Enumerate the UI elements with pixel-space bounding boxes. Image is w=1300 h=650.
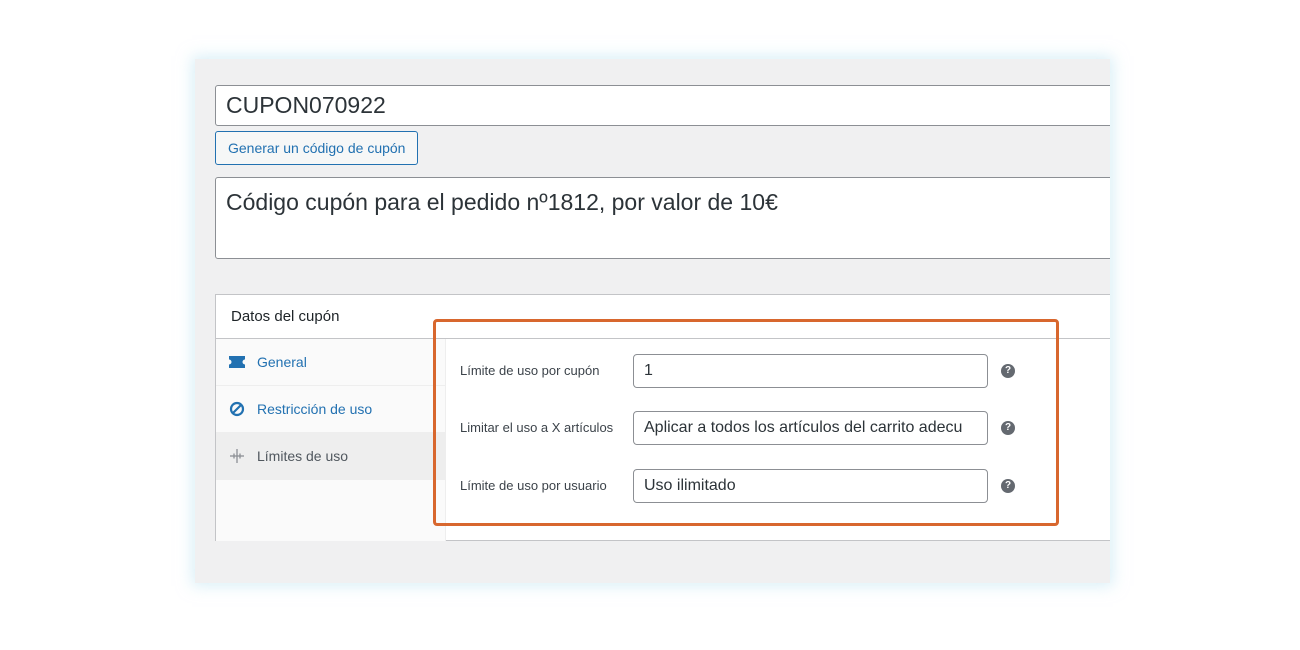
coupon-description-textarea[interactable]: Código cupón para el pedido nº1812, por … bbox=[215, 177, 1110, 259]
tab-general-label: General bbox=[257, 354, 307, 370]
tab-usage-limits[interactable]: Límites de uso bbox=[216, 433, 445, 480]
coupon-data-tabs: General Restricción de uso Límites de us… bbox=[216, 339, 446, 541]
coupon-code-input[interactable]: CUPON070922 bbox=[215, 85, 1110, 126]
generate-coupon-code-button[interactable]: Generar un código de cupón bbox=[215, 131, 419, 165]
ban-icon bbox=[228, 400, 246, 418]
tab-usage-restriction[interactable]: Restricción de uso bbox=[216, 386, 445, 433]
tab-usage-limits-label: Límites de uso bbox=[257, 448, 349, 464]
tab-usage-restriction-label: Restricción de uso bbox=[257, 401, 373, 417]
coupon-editor-screenshot: CUPON070922 Generar un código de cupón C… bbox=[195, 59, 1110, 583]
highlight-frame bbox=[433, 319, 1059, 526]
crosshair-icon bbox=[228, 447, 246, 465]
tab-general[interactable]: General bbox=[216, 339, 445, 386]
ticket-icon bbox=[228, 353, 246, 371]
